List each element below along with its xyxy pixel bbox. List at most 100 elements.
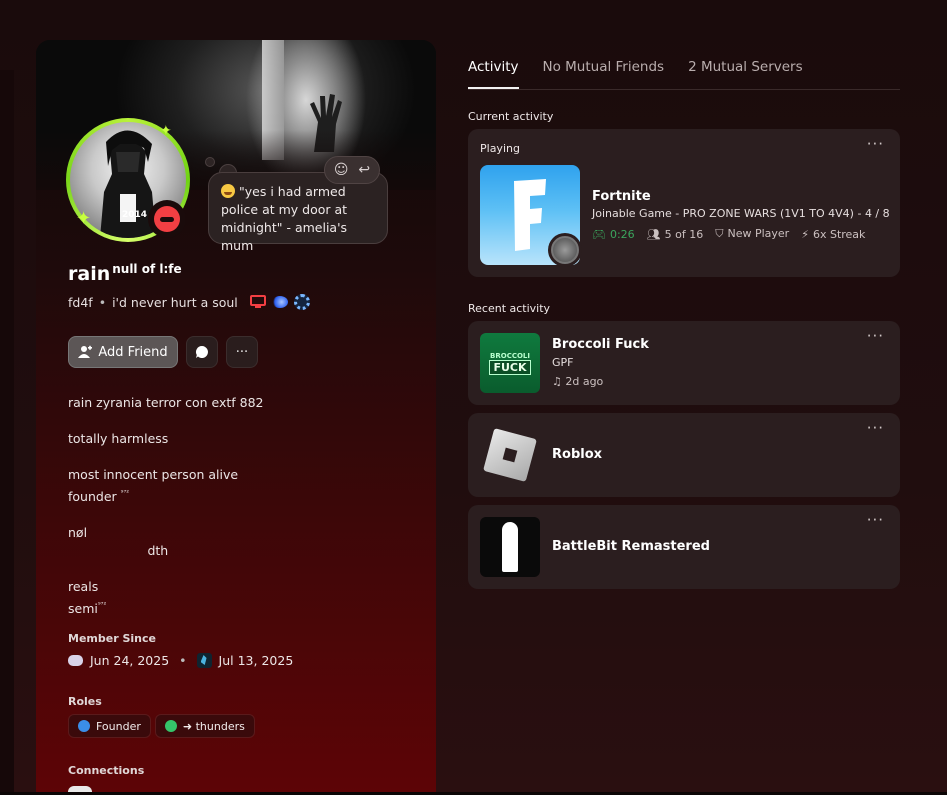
add-friend-button[interactable]: Add Friend	[68, 336, 178, 368]
separator: •	[98, 294, 107, 310]
bio-text: founder	[68, 489, 117, 504]
roles-list: Founder ➜ thunders	[68, 714, 255, 738]
player-status: ⛉ New Player	[715, 227, 789, 241]
discord-icon	[68, 655, 83, 666]
discord-join-date: Jun 24, 2025	[90, 653, 170, 668]
fortnite-f-logo	[514, 179, 546, 251]
bio-superscript: ⁹⁷²	[120, 489, 130, 497]
server-join-date: Jul 13, 2025	[218, 653, 294, 668]
elapsed-value: 0:26	[609, 227, 635, 241]
gear-badge-icon[interactable]	[293, 294, 310, 310]
reply-icon[interactable]: ↩	[358, 162, 370, 178]
party-size: 👥︎ 5 of 16	[647, 228, 704, 241]
bio-superscript: ⁹⁷²	[97, 601, 107, 609]
recent-activity-card: ··· Roblox	[468, 413, 900, 497]
display-name: rain null of l:fe	[68, 262, 182, 285]
recent-title: Roblox	[552, 447, 603, 462]
more-options-button[interactable]: ···	[226, 336, 258, 368]
recent-activity-card: ··· BattleBit Remastered	[468, 505, 900, 589]
role-pill[interactable]: Founder	[68, 714, 151, 738]
left-edge-strip	[0, 70, 14, 795]
status-actions: ☺ ↩	[324, 156, 380, 184]
role-name: ➜ thunders	[182, 719, 245, 733]
more-icon[interactable]: ···	[867, 135, 884, 153]
bio-line	[68, 412, 408, 430]
bio-line	[68, 560, 408, 578]
sparkle-icon: ✦	[76, 208, 92, 229]
elapsed-time: 🎮︎ 0:26	[592, 228, 635, 241]
bio-line: nøl	[68, 525, 88, 540]
bio-text: semi	[68, 601, 98, 616]
current-activity-card: Playing ··· Fortnite Joinable Game - PRO…	[468, 129, 900, 277]
display-name-suffix: null of l:fe	[112, 262, 182, 276]
recent-time: ♫ 2d ago	[552, 375, 603, 388]
roblox-logo[interactable]	[480, 425, 540, 485]
profile-tabs: Activity No Mutual Friends 2 Mutual Serv…	[468, 59, 803, 89]
pronouns: i'd never hurt a soul	[112, 294, 238, 310]
badge-list	[249, 294, 310, 310]
username[interactable]: fd4f	[68, 295, 93, 310]
more-icon[interactable]: ···	[867, 419, 884, 437]
more-icon[interactable]: ···	[867, 327, 884, 345]
player-value: New Player	[727, 227, 790, 240]
connections-heading: Connections	[68, 764, 145, 777]
profile-actions: Add Friend ···	[68, 336, 258, 368]
monitor-badge-icon[interactable]	[249, 295, 266, 309]
lightning-icon: ⚡︎	[801, 227, 809, 241]
more-icon[interactable]: ···	[867, 511, 884, 529]
tab-activity[interactable]: Activity	[468, 59, 519, 89]
bio-line: founder ⁹⁷²	[68, 484, 408, 506]
bio-line: most innocent person alive	[68, 467, 239, 482]
orb-badge-icon[interactable]	[271, 296, 288, 308]
activity-game-title: Fortnite	[592, 189, 651, 204]
party-value: 5 of 16	[664, 227, 704, 241]
member-since-row: Jun 24, 2025 • Jul 13, 2025	[68, 653, 293, 668]
activity-details: Joinable Game - PRO ZONE WARS (1V1 TO 4V…	[592, 207, 890, 220]
profile-panel: 2014 ✦ ✦ "yes i had armed police at my d…	[36, 40, 436, 795]
emoji-react-icon[interactable]: ☺	[334, 162, 349, 178]
role-pill[interactable]: ➜ thunders	[154, 714, 255, 738]
bio-line	[68, 448, 408, 466]
current-activity-heading: Current activity	[468, 110, 554, 123]
activity-meta: 🎮︎ 0:26 👥︎ 5 of 16 ⛉ New Player ⚡︎ 6x Streak	[592, 227, 865, 241]
add-friend-label: Add Friend	[98, 344, 168, 360]
party-icon: 👥︎	[646, 227, 661, 241]
tab-mutual-servers[interactable]: 2 Mutual Servers	[688, 59, 803, 89]
server-icon[interactable]	[196, 653, 212, 668]
tab-divider	[468, 89, 900, 90]
album-art-main-text: FUCK	[489, 359, 531, 375]
about-me: rain zyrania terror con extf 882 totally…	[68, 394, 408, 618]
music-note-icon: ♫	[552, 375, 566, 388]
sparkle-icon: ✦	[160, 123, 172, 139]
recent-artist: GPF	[552, 356, 574, 369]
tab-mutual-friends[interactable]: No Mutual Friends	[543, 59, 665, 89]
status-dnd-icon	[148, 200, 186, 238]
shield-icon: ⛉	[715, 227, 724, 240]
role-color-dot	[78, 720, 90, 732]
role-color-dot	[164, 720, 177, 732]
more-icon: ···	[235, 344, 249, 360]
album-art-top-text: BROCCOLI	[490, 351, 530, 360]
bio-line	[68, 506, 408, 524]
streak-value: 6x Streak	[812, 227, 866, 241]
member-since-heading: Member Since	[68, 632, 156, 645]
streak: ⚡︎ 6x Streak	[801, 228, 865, 241]
chat-bubble-icon	[195, 346, 208, 358]
recent-activity-heading: Recent activity	[468, 302, 551, 315]
separator: •	[179, 653, 187, 668]
add-friend-icon	[78, 345, 93, 358]
battlebit-logo[interactable]	[480, 517, 540, 577]
recent-title: BattleBit Remastered	[552, 539, 710, 554]
playing-label: Playing	[480, 142, 520, 155]
bio-line: semi⁹⁷²	[68, 596, 408, 618]
bio-line: rain zyrania terror con extf 882	[68, 395, 264, 410]
avatar-text: 2014	[122, 210, 148, 220]
game-small-icon	[548, 233, 582, 267]
username-row: fd4f • i'd never hurt a soul	[68, 294, 310, 310]
recent-activity-card: ··· BROCCOLI FUCK Broccoli Fuck GPF ♫ 2d…	[468, 321, 900, 405]
gamepad-icon: 🎮︎	[592, 227, 606, 241]
recent-time-value: 2d ago	[565, 375, 604, 388]
message-button[interactable]	[186, 336, 218, 368]
broccoli-album-art[interactable]: BROCCOLI FUCK	[480, 333, 540, 393]
laughing-emoji-icon	[221, 184, 235, 198]
